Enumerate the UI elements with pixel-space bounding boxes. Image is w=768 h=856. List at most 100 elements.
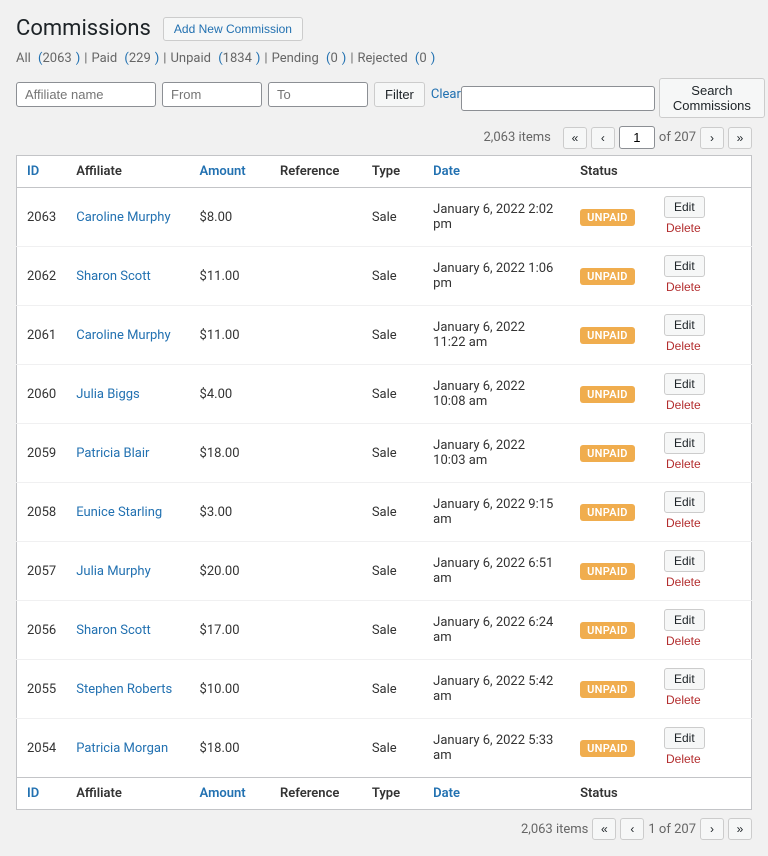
date-to-input[interactable] <box>268 82 368 107</box>
col-footer-status: Status <box>570 778 654 810</box>
delete-button[interactable]: Delete <box>664 572 703 592</box>
delete-button[interactable]: Delete <box>664 395 703 415</box>
cell-actions: Edit Delete <box>654 188 752 247</box>
cell-affiliate: Patricia Morgan <box>66 719 189 778</box>
affiliate-link[interactable]: Patricia Blair <box>76 446 149 461</box>
col-header-id[interactable]: ID <box>17 156 67 188</box>
filter-paid-link[interactable]: Paid (229) <box>91 51 159 66</box>
cell-affiliate: Julia Murphy <box>66 542 189 601</box>
affiliate-link[interactable]: Sharon Scott <box>76 269 151 284</box>
search-input[interactable] <box>461 86 655 111</box>
col-header-actions <box>654 156 752 188</box>
cell-date: January 6, 2022 1:06 pm <box>423 247 570 306</box>
filter-pending-link[interactable]: Pending (0) <box>272 51 347 66</box>
delete-button[interactable]: Delete <box>664 336 703 356</box>
items-count-bottom: 2,063 items <box>521 822 588 837</box>
affiliate-link[interactable]: Caroline Murphy <box>76 210 170 225</box>
delete-button[interactable]: Delete <box>664 277 703 297</box>
table-row: 2060 Julia Biggs $4.00 Sale January 6, 2… <box>17 365 752 424</box>
clear-filter-link[interactable]: Clear <box>431 87 461 102</box>
edit-button[interactable]: Edit <box>664 314 705 336</box>
prev-page-button-bottom[interactable]: ‹ <box>620 818 644 840</box>
table-row: 2057 Julia Murphy $20.00 Sale January 6,… <box>17 542 752 601</box>
edit-button[interactable]: Edit <box>664 491 705 513</box>
add-new-commission-button[interactable]: Add New Commission <box>163 17 303 41</box>
current-page-input-top[interactable] <box>619 126 655 149</box>
date-from-input[interactable] <box>162 82 262 107</box>
cell-id: 2061 <box>17 306 67 365</box>
cell-status: UNPAID <box>570 424 654 483</box>
last-page-button-top[interactable]: » <box>728 127 752 149</box>
cell-affiliate: Eunice Starling <box>66 483 189 542</box>
table-row: 2059 Patricia Blair $18.00 Sale January … <box>17 424 752 483</box>
affiliate-link[interactable]: Patricia Morgan <box>76 741 168 756</box>
commissions-table: ID Affiliate Amount Reference Type Date … <box>16 155 752 810</box>
cell-actions: Edit Delete <box>654 719 752 778</box>
filter-links-bar: All (2063) | Paid (229) | Unpaid (1834) … <box>16 51 752 66</box>
delete-button[interactable]: Delete <box>664 218 703 238</box>
first-page-button-bottom[interactable]: « <box>592 818 616 840</box>
edit-button[interactable]: Edit <box>664 668 705 690</box>
col-header-date[interactable]: Date <box>423 156 570 188</box>
cell-id: 2059 <box>17 424 67 483</box>
col-footer-amount[interactable]: Amount <box>190 778 270 810</box>
status-badge: UNPAID <box>580 209 635 226</box>
col-header-type: Type <box>362 156 423 188</box>
col-footer-id[interactable]: ID <box>17 778 67 810</box>
edit-button[interactable]: Edit <box>664 432 705 454</box>
col-footer-actions <box>654 778 752 810</box>
table-row: 2062 Sharon Scott $11.00 Sale January 6,… <box>17 247 752 306</box>
edit-button[interactable]: Edit <box>664 373 705 395</box>
edit-button[interactable]: Edit <box>664 255 705 277</box>
delete-button[interactable]: Delete <box>664 631 703 651</box>
search-button[interactable]: Search Commissions <box>659 78 765 118</box>
status-badge: UNPAID <box>580 563 635 580</box>
delete-button[interactable]: Delete <box>664 513 703 533</box>
next-page-button-top[interactable]: › <box>700 127 724 149</box>
cell-affiliate: Patricia Blair <box>66 424 189 483</box>
next-page-button-bottom[interactable]: › <box>700 818 724 840</box>
cell-date: January 6, 2022 10:03 am <box>423 424 570 483</box>
filter-unpaid-link[interactable]: Unpaid (1834) <box>170 51 260 66</box>
current-page-label-bottom: 1 of 207 <box>648 822 696 837</box>
col-footer-type: Type <box>362 778 423 810</box>
cell-date: January 6, 2022 5:42 am <box>423 660 570 719</box>
delete-button[interactable]: Delete <box>664 454 703 474</box>
delete-button[interactable]: Delete <box>664 749 703 769</box>
filter-button[interactable]: Filter <box>374 82 425 107</box>
cell-type: Sale <box>362 424 423 483</box>
col-header-amount[interactable]: Amount <box>190 156 270 188</box>
cell-amount: $8.00 <box>190 188 270 247</box>
delete-button[interactable]: Delete <box>664 690 703 710</box>
cell-amount: $18.00 <box>190 719 270 778</box>
edit-button[interactable]: Edit <box>664 550 705 572</box>
table-row: 2058 Eunice Starling $3.00 Sale January … <box>17 483 752 542</box>
last-page-button-bottom[interactable]: » <box>728 818 752 840</box>
edit-button[interactable]: Edit <box>664 196 705 218</box>
cell-actions: Edit Delete <box>654 542 752 601</box>
cell-actions: Edit Delete <box>654 247 752 306</box>
cell-actions: Edit Delete <box>654 306 752 365</box>
cell-actions: Edit Delete <box>654 424 752 483</box>
col-footer-date[interactable]: Date <box>423 778 570 810</box>
affiliate-link[interactable]: Julia Murphy <box>76 564 151 579</box>
filter-rejected-link[interactable]: Rejected (0) <box>358 51 436 66</box>
edit-button[interactable]: Edit <box>664 727 705 749</box>
affiliate-link[interactable]: Sharon Scott <box>76 623 151 638</box>
affiliate-link[interactable]: Stephen Roberts <box>76 682 172 697</box>
cell-type: Sale <box>362 601 423 660</box>
status-badge: UNPAID <box>580 740 635 757</box>
filter-all-link[interactable]: All (2063) <box>16 51 80 66</box>
affiliate-link[interactable]: Eunice Starling <box>76 505 162 520</box>
affiliate-link[interactable]: Caroline Murphy <box>76 328 170 343</box>
prev-page-button-top[interactable]: ‹ <box>591 127 615 149</box>
table-footer-row: ID Affiliate Amount Reference Type Date … <box>17 778 752 810</box>
cell-amount: $20.00 <box>190 542 270 601</box>
affiliate-link[interactable]: Julia Biggs <box>76 387 140 402</box>
edit-button[interactable]: Edit <box>664 609 705 631</box>
cell-status: UNPAID <box>570 719 654 778</box>
affiliate-name-input[interactable] <box>16 82 156 107</box>
status-badge: UNPAID <box>580 386 635 403</box>
first-page-button-top[interactable]: « <box>563 127 587 149</box>
cell-reference <box>270 365 362 424</box>
